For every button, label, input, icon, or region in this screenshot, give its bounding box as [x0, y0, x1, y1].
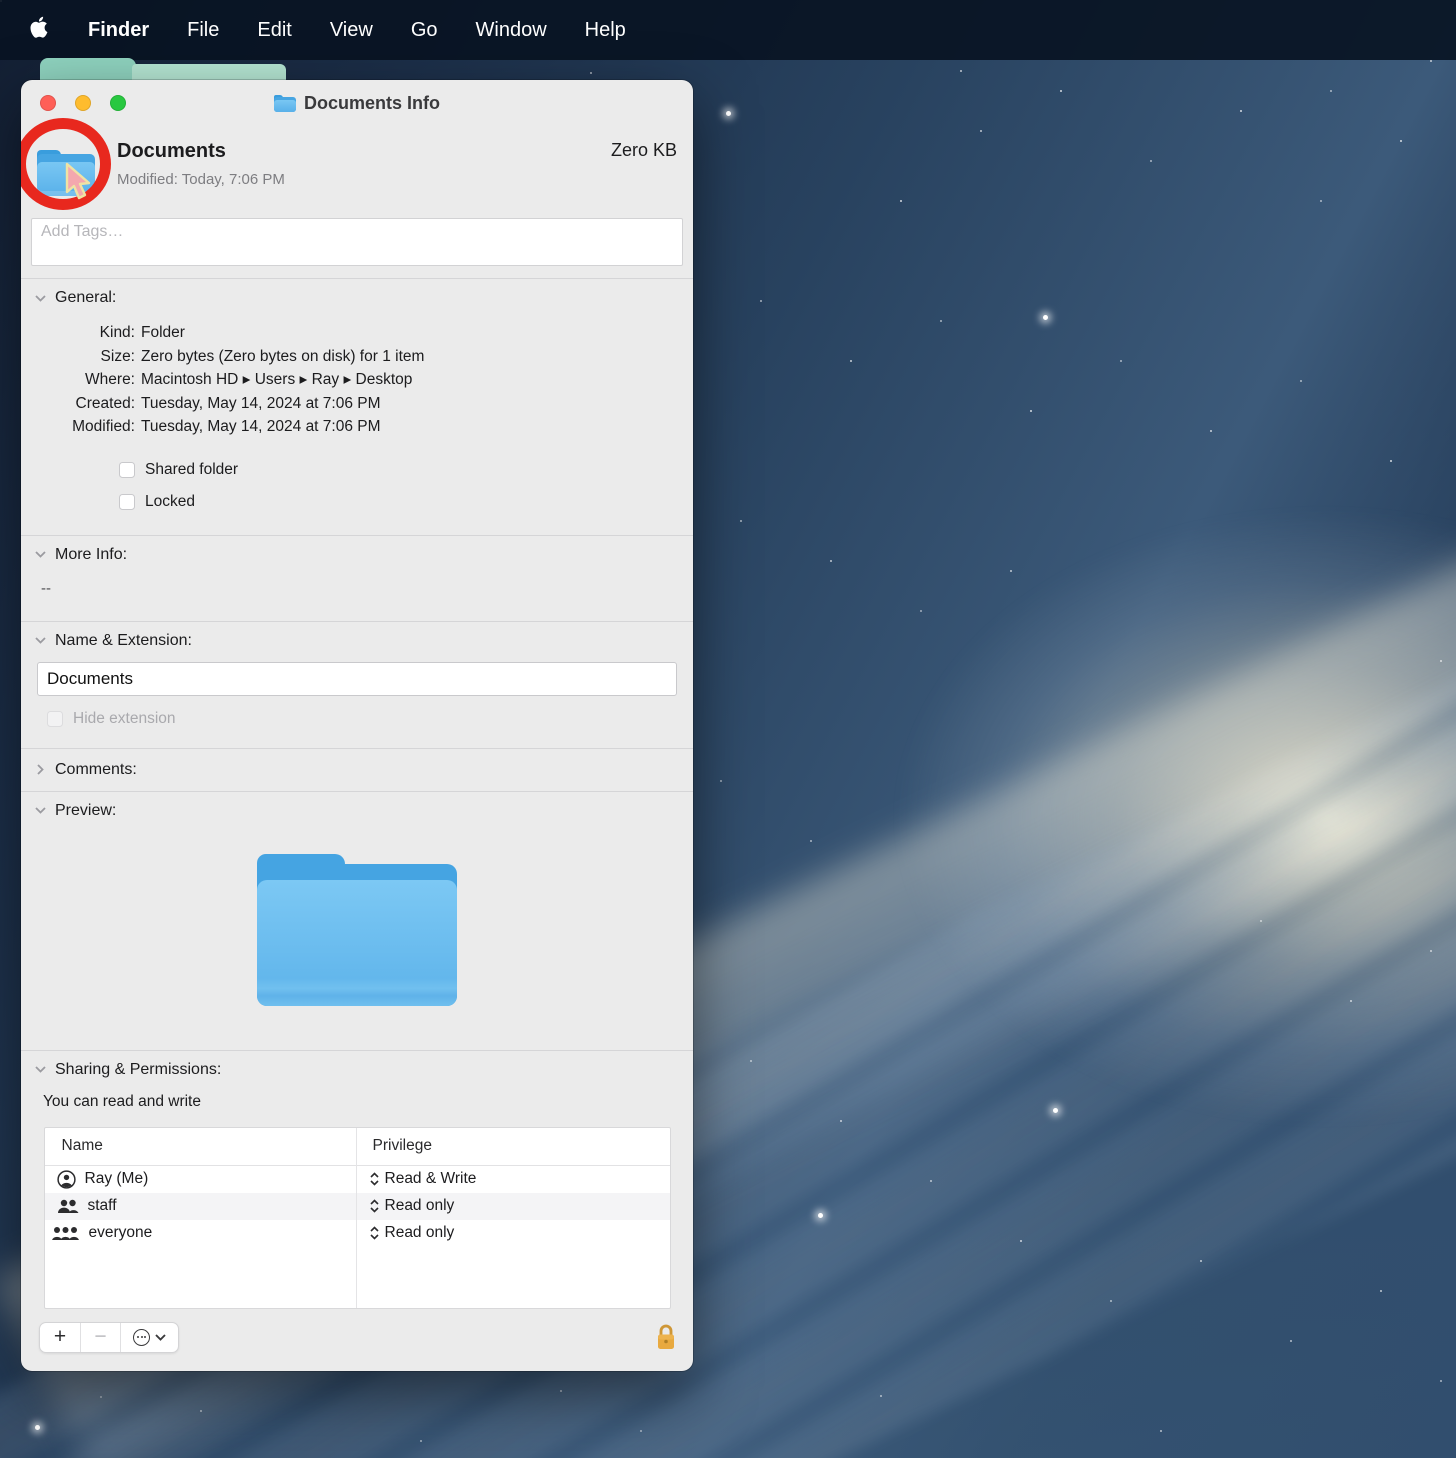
title-bar[interactable]: Documents Info	[21, 80, 693, 126]
up-down-chevrons-icon	[370, 1172, 379, 1186]
traffic-lights	[40, 95, 126, 111]
folder-icon	[274, 95, 296, 112]
menu-item-go[interactable]: Go	[411, 19, 438, 42]
chevron-down-icon[interactable]	[35, 637, 46, 644]
lock-icon[interactable]	[655, 1323, 677, 1351]
more-info-title: More Info:	[55, 546, 127, 564]
chevron-down-icon[interactable]	[35, 295, 46, 302]
general-row: Where: Macintosh HD ▸ Users ▸ Ray ▸ Desk…	[35, 368, 679, 392]
menu-item-view[interactable]: View	[330, 19, 373, 42]
shared-folder-label: Shared folder	[145, 461, 238, 479]
chevron-down-icon	[155, 1334, 166, 1341]
sharing-status: You can read and write	[43, 1093, 679, 1111]
section-preview: Preview:	[21, 791, 693, 1050]
preview-folder-icon	[257, 854, 457, 1006]
general-row: Created: Tuesday, May 14, 2024 at 7:06 P…	[35, 392, 679, 416]
table-row[interactable]: everyone Read only	[45, 1220, 670, 1247]
preview-title: Preview:	[55, 802, 116, 820]
window-title-group: Documents Info	[274, 93, 440, 114]
up-down-chevrons-icon	[370, 1199, 379, 1213]
row-name: everyone	[89, 1224, 153, 1242]
table-header: Name Privilege	[45, 1128, 670, 1166]
chevron-right-icon[interactable]	[37, 764, 44, 775]
chevron-down-icon[interactable]	[35, 807, 46, 814]
window-title: Documents Info	[304, 93, 440, 114]
up-down-chevrons-icon	[370, 1226, 379, 1240]
section-general: General: Kind: Folder Size: Zero bytes (…	[21, 278, 693, 535]
row-privilege: Read & Write	[385, 1170, 477, 1188]
permission-actions: + −	[39, 1322, 179, 1353]
apple-icon	[30, 15, 50, 39]
general-row: Modified: Tuesday, May 14, 2024 at 7:06 …	[35, 415, 679, 439]
general-row: Size: Zero bytes (Zero bytes on disk) fo…	[35, 345, 679, 369]
group-icon	[57, 1198, 79, 1215]
name-input[interactable]	[37, 662, 677, 696]
everyone-icon	[51, 1225, 80, 1242]
permissions-table: Name Privilege Ray (Me)	[44, 1127, 671, 1309]
shared-folder-checkbox[interactable]	[119, 462, 135, 478]
menu-item-file[interactable]: File	[187, 19, 219, 42]
item-name: Documents	[117, 140, 611, 163]
privilege-popup[interactable]: Read only	[356, 1197, 455, 1215]
bright-star	[1043, 315, 1048, 320]
hide-extension-label: Hide extension	[73, 710, 176, 728]
locked-checkbox[interactable]	[119, 494, 135, 510]
row-privilege: Read only	[385, 1197, 455, 1215]
menu-bar: Finder File Edit View Go Window Help	[0, 0, 1456, 60]
apple-menu[interactable]	[30, 15, 50, 45]
zoom-button[interactable]	[110, 95, 126, 111]
column-privilege[interactable]: Privilege	[356, 1137, 432, 1155]
add-user-button[interactable]: +	[40, 1323, 80, 1352]
comments-title: Comments:	[55, 761, 137, 779]
bright-star	[726, 111, 731, 116]
locked-label: Locked	[145, 493, 195, 511]
privilege-popup[interactable]: Read only	[356, 1224, 455, 1242]
actions-menu-button[interactable]	[120, 1323, 178, 1352]
documents-info-window: Documents Info Documents Modified: Today…	[21, 80, 693, 1371]
row-name: Ray (Me)	[85, 1170, 149, 1188]
chevron-down-icon[interactable]	[35, 551, 46, 558]
section-name-extension: Name & Extension: Hide extension	[21, 621, 693, 748]
menu-item-help[interactable]: Help	[585, 19, 626, 42]
window-footer: + −	[21, 1309, 693, 1353]
table-row[interactable]: staff Read only	[45, 1193, 670, 1220]
galaxy-glow	[670, 292, 1456, 1386]
menu-item-edit[interactable]: Edit	[257, 19, 291, 42]
column-divider	[356, 1128, 357, 1308]
remove-user-button[interactable]: −	[80, 1323, 120, 1352]
menu-item-finder[interactable]: Finder	[88, 19, 149, 42]
item-size: Zero KB	[611, 136, 677, 214]
privilege-popup[interactable]: Read & Write	[356, 1170, 477, 1188]
sharing-title: Sharing & Permissions:	[55, 1061, 221, 1079]
chevron-down-icon[interactable]	[35, 1066, 46, 1073]
column-name[interactable]: Name	[45, 1137, 356, 1155]
bright-star	[35, 1425, 40, 1430]
more-info-value: --	[41, 580, 679, 597]
documents-folder-icon[interactable]	[37, 150, 95, 196]
user-circle-icon	[57, 1170, 76, 1189]
bright-star	[818, 1213, 823, 1218]
minimize-button[interactable]	[75, 95, 91, 111]
info-header: Documents Modified: Today, 7:06 PM Zero …	[21, 126, 693, 214]
section-comments: Comments:	[21, 748, 693, 791]
row-name: staff	[88, 1197, 117, 1215]
hide-extension-checkbox	[47, 711, 63, 727]
row-privilege: Read only	[385, 1224, 455, 1242]
add-tags-input[interactable]	[31, 218, 683, 266]
general-title: General:	[55, 289, 116, 307]
close-button[interactable]	[40, 95, 56, 111]
section-more-info: More Info: --	[21, 535, 693, 621]
general-row: Kind: Folder	[35, 321, 679, 345]
ellipsis-circle-icon	[133, 1329, 150, 1346]
section-sharing: Sharing & Permissions: You can read and …	[21, 1050, 693, 1309]
name-extension-title: Name & Extension:	[55, 632, 192, 650]
bright-star	[1053, 1108, 1058, 1113]
menu-item-window[interactable]: Window	[476, 19, 547, 42]
table-row[interactable]: Ray (Me) Read & Write	[45, 1166, 670, 1193]
item-modified: Modified: Today, 7:06 PM	[117, 171, 611, 188]
